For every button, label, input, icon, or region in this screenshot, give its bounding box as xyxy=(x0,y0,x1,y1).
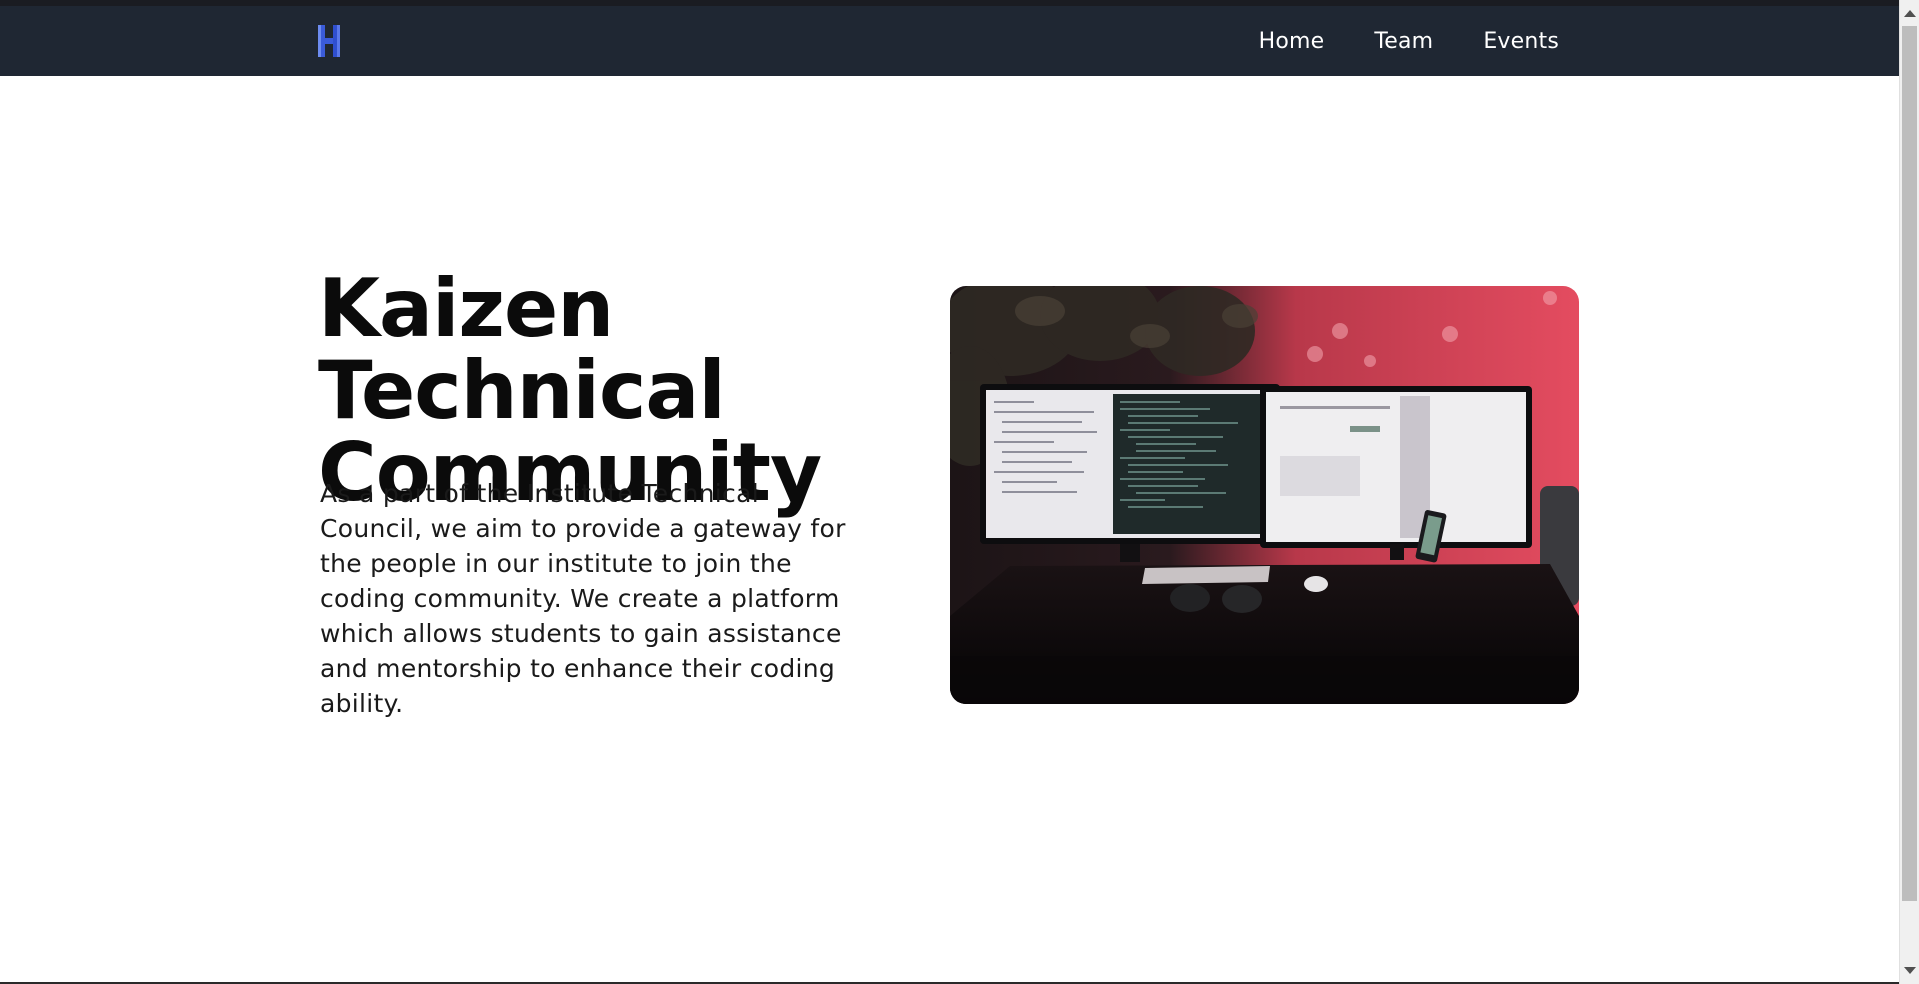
kaizen-logo-icon[interactable] xyxy=(318,25,342,57)
navbar: Home Team Events xyxy=(0,6,1899,76)
scrollbar-thumb[interactable] xyxy=(1902,26,1917,901)
workspace-monitors-image xyxy=(950,286,1579,704)
hero-description: As a part of the Institute Technical Cou… xyxy=(320,479,846,718)
nav-links: Home Team Events xyxy=(1259,6,1559,76)
nav-team-link[interactable]: Team xyxy=(1374,29,1433,54)
hero-image xyxy=(950,286,1579,704)
page-scrollbar[interactable] xyxy=(1899,0,1919,984)
nav-home-link[interactable]: Home xyxy=(1259,29,1325,54)
scroll-up-arrow-icon[interactable] xyxy=(1904,10,1916,17)
nav-events-link[interactable]: Events xyxy=(1483,29,1559,54)
scroll-down-arrow-icon[interactable] xyxy=(1904,967,1916,974)
